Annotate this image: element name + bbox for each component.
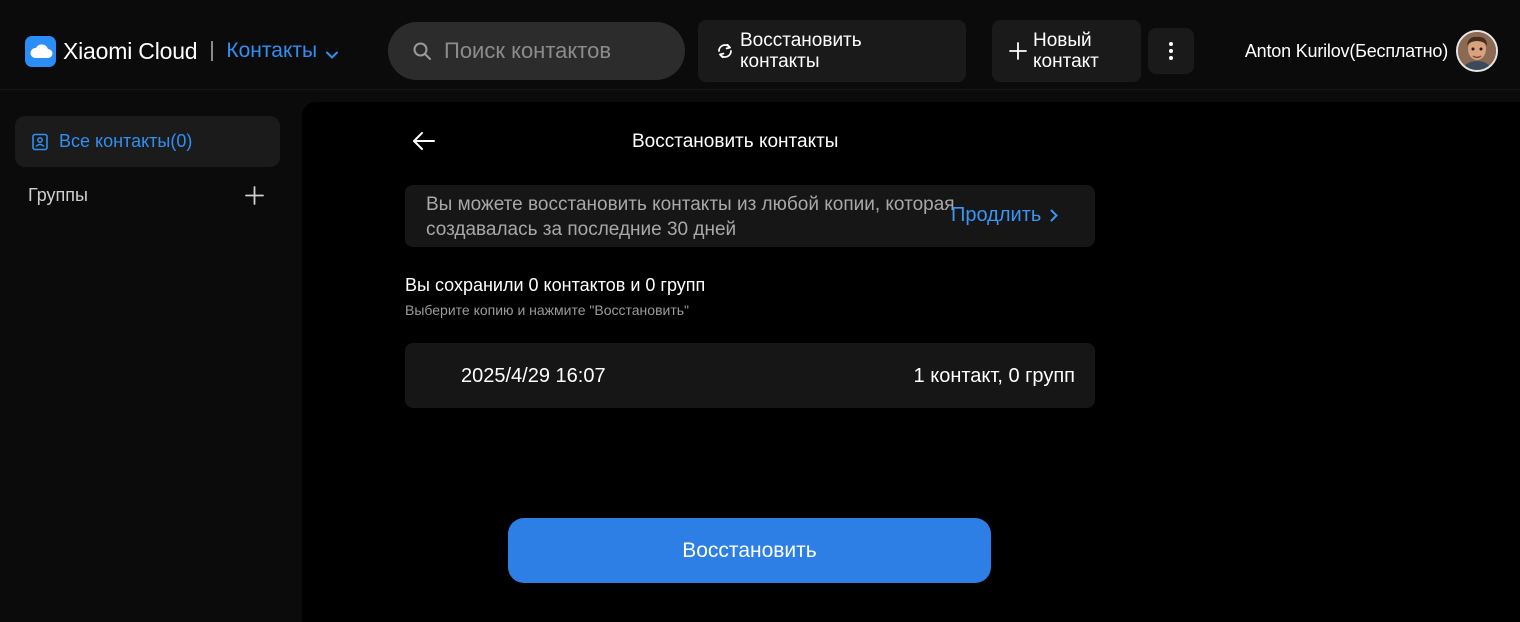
groups-section: Группы xyxy=(28,180,268,210)
info-banner: Вы можете восстановить контакты из любой… xyxy=(405,185,1095,247)
extend-link[interactable]: Продлить xyxy=(951,204,1059,227)
brand-separator xyxy=(211,41,214,61)
backup-count: 1 контакт, 0 групп xyxy=(913,365,1075,387)
chevron-right-icon xyxy=(1050,209,1059,222)
contacts-book-icon xyxy=(31,133,49,151)
back-button[interactable] xyxy=(412,129,436,153)
new-contact-label: Новый контакт xyxy=(1033,30,1099,72)
user-account[interactable]: Anton Kurilov(Бесплатно) xyxy=(1245,30,1498,72)
more-vertical-icon xyxy=(1168,41,1174,61)
sidebar-item-all-contacts[interactable]: Все контакты(0) xyxy=(15,116,280,167)
cloud-icon xyxy=(25,35,56,67)
restore-contacts-label: Восстановить контакты xyxy=(740,30,862,72)
backup-list-item[interactable]: 2025/4/29 16:07 1 контакт, 0 групп xyxy=(405,343,1095,408)
top-header: Xiaomi Cloud Контакты Поиск контактов Во… xyxy=(0,0,1520,90)
groups-label: Группы xyxy=(28,184,88,205)
more-options-button[interactable] xyxy=(1148,28,1194,74)
refresh-icon xyxy=(716,42,734,60)
brand-name: Xiaomi Cloud xyxy=(63,37,198,64)
plus-icon xyxy=(245,185,264,205)
app-switcher[interactable]: Контакты xyxy=(226,39,339,63)
search-icon xyxy=(412,41,432,61)
brand: Xiaomi Cloud Контакты xyxy=(25,34,339,68)
search-bar[interactable] xyxy=(388,22,685,80)
info-text: Вы можете восстановить контакты из любой… xyxy=(426,194,955,240)
backup-date: 2025/4/29 16:07 xyxy=(461,365,606,387)
avatar[interactable] xyxy=(1456,30,1498,72)
instruction-text: Выберите копию и нажмите "Восстановить" xyxy=(405,302,689,318)
new-contact-button[interactable]: Новый контакт xyxy=(992,20,1141,82)
add-group-button[interactable] xyxy=(245,185,264,205)
chevron-down-icon xyxy=(326,51,339,59)
search-input[interactable] xyxy=(444,38,674,64)
restore-panel: Восстановить контакты Вы можете восстано… xyxy=(302,102,1520,622)
extend-link-label: Продлить xyxy=(951,204,1042,226)
user-name: Anton Kurilov(Бесплатно) xyxy=(1244,40,1448,61)
sidebar: Все контакты(0) Группы xyxy=(0,91,300,622)
arrow-left-icon xyxy=(412,129,436,153)
restore-button[interactable]: Восстановить xyxy=(508,518,991,583)
page-title: Восстановить контакты xyxy=(632,131,839,152)
restore-contacts-button[interactable]: Восстановить контакты xyxy=(698,20,966,82)
all-contacts-label: Все контакты(0) xyxy=(59,131,193,151)
plus-icon xyxy=(1009,42,1027,60)
app-root: Xiaomi Cloud Контакты Поиск контактов Во… xyxy=(0,0,1520,622)
app-name: Контакты xyxy=(226,39,318,62)
saved-summary: Вы сохранили 0 контактов и 0 групп xyxy=(405,275,706,295)
